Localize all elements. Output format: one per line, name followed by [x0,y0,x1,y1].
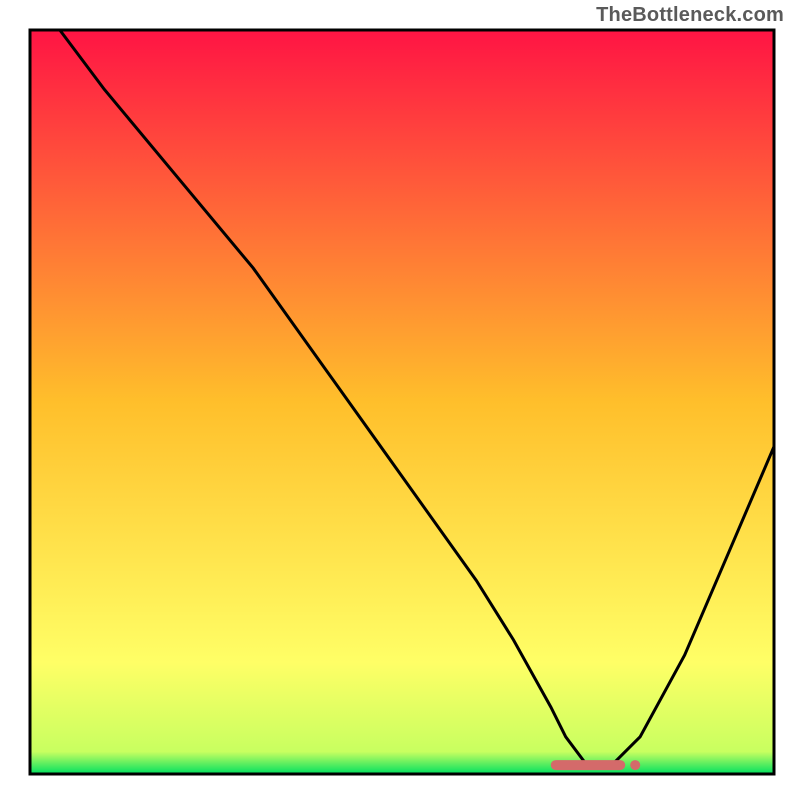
chart-container: TheBottleneck.com [0,0,800,800]
watermark-text: TheBottleneck.com [596,4,784,27]
gradient-background [30,30,774,774]
bottleneck-chart [0,0,800,800]
